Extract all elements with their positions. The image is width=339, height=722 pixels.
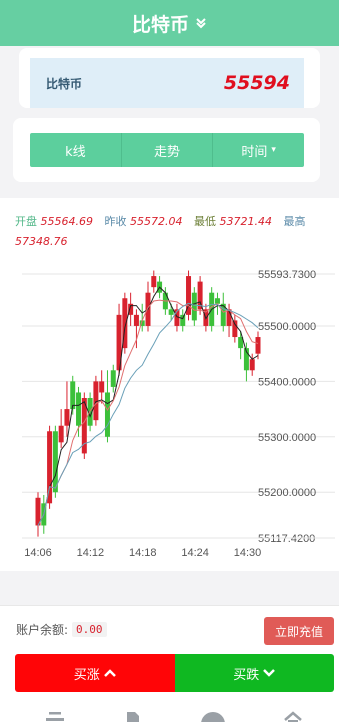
symbol-label: 比特币 — [46, 76, 83, 91]
low-value: 53721.44 — [219, 215, 273, 228]
chart-tabs: k线 走势 时间 ▾ — [30, 133, 304, 167]
balance-label: 账户余额: — [16, 623, 69, 637]
candle-body — [104, 392, 110, 437]
current-price: 55594 — [223, 72, 290, 94]
open-label: 开盘 — [15, 215, 37, 228]
price-box: 比特币 55594 — [30, 58, 304, 108]
tab-trend-label: 走势 — [154, 144, 181, 160]
candle-body — [214, 298, 220, 304]
chart-tabs-card: k线 走势 时间 ▾ — [13, 118, 320, 182]
y-tick-label: 55593.7300 — [258, 269, 316, 281]
y-tick-label: 55500.0000 — [258, 321, 316, 333]
buy-up-button[interactable]: 买涨 — [15, 654, 175, 692]
page-title: 比特币 — [131, 13, 189, 36]
chart-card: 开盘 55564.69 昨收 55572.04 最低 53721.44 最高 5… — [0, 198, 339, 571]
app-header: 比特币 — [0, 0, 339, 46]
tab-trend[interactable]: 走势 — [122, 133, 214, 167]
tab-time[interactable]: 时间 ▾ — [213, 133, 304, 167]
candle-body — [47, 431, 53, 504]
x-tick-label: 14:24 — [181, 547, 209, 559]
x-tick-label: 14:18 — [129, 547, 157, 559]
low-label: 最低 — [194, 215, 216, 228]
candle-body — [133, 314, 139, 326]
candle-body — [191, 292, 197, 321]
balance-amount: 0.00 — [72, 622, 107, 637]
candle-body — [180, 314, 186, 326]
buy-down-label: 买跌 — [233, 667, 260, 683]
candle-body — [232, 320, 238, 338]
candle-body — [168, 309, 174, 315]
y-tick-label: 55200.0000 — [258, 487, 316, 499]
candle-body — [52, 431, 58, 493]
y-tick-label: 55400.0000 — [258, 376, 316, 388]
prev-close-label: 昨收 — [104, 215, 127, 228]
x-tick-label: 14:12 — [77, 547, 105, 559]
high-label: 最高 — [283, 215, 306, 228]
trade-actions: 买涨 买跌 — [15, 654, 334, 692]
bottom-nav — [0, 709, 339, 722]
recharge-button[interactable]: 立即充值 — [264, 617, 334, 645]
candle-body — [76, 392, 82, 426]
candle-body — [255, 337, 261, 354]
tab-time-label: 时间 — [241, 144, 268, 160]
quote-card: 比特币 55594 — [19, 48, 320, 108]
balance-row: 账户余额: 0.00 — [16, 621, 107, 638]
tab-kline-label: k线 — [65, 144, 86, 160]
caret-down-icon: ▾ — [271, 145, 276, 155]
candle-body — [249, 359, 255, 371]
y-tick-label: 55300.0000 — [258, 432, 316, 444]
candle-body — [64, 409, 70, 426]
x-tick-label: 14:30 — [234, 547, 262, 559]
document-icon[interactable] — [124, 709, 142, 722]
prev-close-value: 55572.04 — [130, 215, 183, 228]
chevron-down-icon — [263, 669, 276, 677]
candle-body — [58, 425, 64, 443]
home-icon[interactable] — [200, 709, 226, 722]
candle-body — [99, 381, 105, 393]
tab-kline[interactable]: k线 — [30, 133, 122, 167]
y-tick-label: 55117.4200 — [258, 533, 315, 545]
menu-icon[interactable] — [45, 709, 65, 722]
x-tick-label: 14:06 — [24, 547, 52, 559]
buy-down-button[interactable]: 买跌 — [174, 654, 334, 692]
ohlc-summary: 开盘 55564.69 昨收 55572.04 最低 53721.44 最高 5… — [15, 212, 325, 252]
candlestick-chart[interactable]: 55593.7300 55500.0000 55400.0000 55300.0000… — [0, 256, 339, 566]
ma-line-mid — [37, 299, 259, 526]
open-value: 55564.69 — [40, 215, 94, 228]
high-value: 57348.76 — [15, 235, 68, 248]
candle-body — [151, 276, 157, 288]
house-icon[interactable] — [283, 709, 303, 722]
trade-panel: 账户余额: 0.00 立即充值 买涨 买跌 — [0, 605, 339, 722]
buy-up-label: 买涨 — [73, 667, 100, 683]
candle-body — [110, 370, 116, 387]
double-chevron-down-icon[interactable] — [195, 17, 207, 29]
chevron-up-icon — [103, 669, 116, 677]
